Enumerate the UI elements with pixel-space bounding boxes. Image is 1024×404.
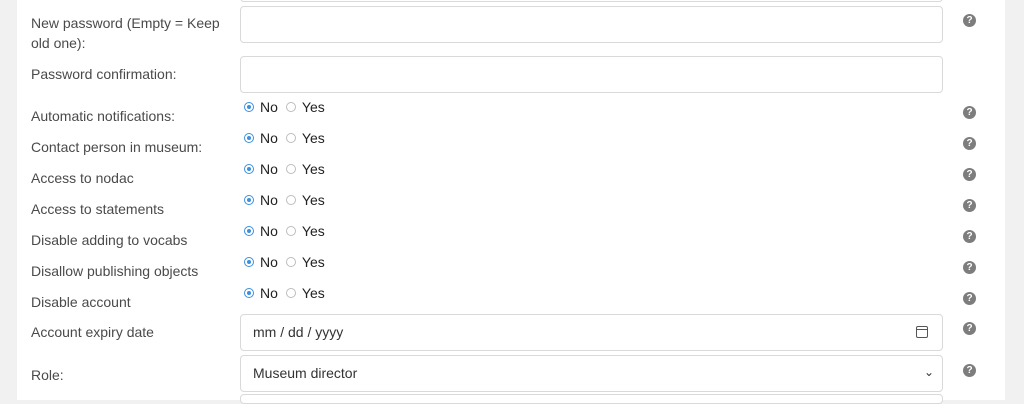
new-password-input[interactable] bbox=[240, 6, 943, 43]
radio-no-label: No bbox=[260, 285, 278, 301]
user-edit-form: New password (Empty = Keep old one): ? P… bbox=[17, 0, 1005, 404]
radio-no-label: No bbox=[260, 130, 278, 146]
disallow-publishing-radios: No Yes bbox=[244, 253, 333, 271]
radio-no-label: No bbox=[260, 192, 278, 208]
automatic-notifications-label: Automatic notifications: bbox=[31, 108, 175, 124]
question-circle-icon[interactable]: ? bbox=[963, 230, 976, 243]
calendar-icon[interactable] bbox=[916, 326, 928, 338]
radio-yes-label: Yes bbox=[301, 285, 325, 301]
disable-vocabs-label: Disable adding to vocabs bbox=[31, 232, 188, 248]
radio-yes[interactable] bbox=[285, 226, 296, 236]
new-password-label: New password (Empty = Keep old one): bbox=[31, 13, 220, 53]
role-label: Role: bbox=[31, 367, 64, 383]
radio-yes-label: Yes bbox=[301, 192, 325, 208]
disable-account-radios: No Yes bbox=[244, 284, 333, 302]
radio-yes[interactable] bbox=[285, 195, 296, 205]
expiry-date-placeholder: mm / dd / yyyy bbox=[253, 324, 344, 340]
radio-no[interactable] bbox=[244, 257, 254, 267]
question-circle-icon[interactable]: ? bbox=[963, 137, 976, 150]
radio-yes[interactable] bbox=[285, 102, 296, 112]
new-password-label-line1: New password (Empty = Keep bbox=[31, 15, 220, 31]
radio-no-label: No bbox=[260, 254, 278, 270]
chevron-down-icon: ⌄ bbox=[923, 365, 934, 379]
access-statements-radios: No Yes bbox=[244, 191, 333, 209]
disable-vocabs-radios: No Yes bbox=[244, 222, 333, 240]
question-circle-icon[interactable]: ? bbox=[963, 322, 976, 335]
contact-person-label: Contact person in museum: bbox=[31, 139, 203, 155]
radio-yes-label: Yes bbox=[301, 130, 325, 146]
radio-no-label: No bbox=[260, 99, 278, 115]
radio-no[interactable] bbox=[244, 133, 254, 143]
question-circle-icon[interactable]: ? bbox=[963, 14, 976, 27]
access-nodac-label: Access to nodac bbox=[31, 170, 134, 186]
radio-yes-label: Yes bbox=[301, 254, 325, 270]
previous-field[interactable] bbox=[240, 0, 943, 2]
access-nodac-radios: No Yes bbox=[244, 160, 333, 178]
expiry-date-label: Account expiry date bbox=[31, 324, 154, 340]
radio-no-label: No bbox=[260, 161, 278, 177]
expiry-date-input[interactable]: mm / dd / yyyy bbox=[240, 314, 943, 351]
radio-yes-label: Yes bbox=[301, 99, 325, 115]
radio-yes[interactable] bbox=[285, 133, 296, 143]
next-field[interactable] bbox=[240, 394, 943, 404]
question-circle-icon[interactable]: ? bbox=[963, 364, 976, 377]
password-confirmation-input[interactable] bbox=[240, 56, 943, 93]
radio-yes-label: Yes bbox=[301, 223, 325, 239]
disable-account-label: Disable account bbox=[31, 294, 131, 310]
radio-no[interactable] bbox=[244, 288, 254, 298]
access-statements-label: Access to statements bbox=[31, 201, 165, 217]
radio-yes[interactable] bbox=[285, 257, 296, 267]
question-circle-icon[interactable]: ? bbox=[963, 168, 976, 181]
question-circle-icon[interactable]: ? bbox=[963, 106, 976, 119]
radio-yes[interactable] bbox=[285, 288, 296, 298]
question-circle-icon[interactable]: ? bbox=[963, 261, 976, 274]
new-password-label-line2: old one): bbox=[31, 35, 86, 51]
radio-no[interactable] bbox=[244, 226, 254, 236]
contact-person-radios: No Yes bbox=[244, 129, 333, 147]
radio-yes-label: Yes bbox=[301, 161, 325, 177]
disallow-publishing-label: Disallow publishing objects bbox=[31, 263, 199, 279]
role-selected-value: Museum director bbox=[253, 365, 358, 381]
radio-yes[interactable] bbox=[285, 164, 296, 174]
role-select[interactable]: Museum director ⌄ bbox=[240, 355, 943, 392]
radio-no-label: No bbox=[260, 223, 278, 239]
password-confirmation-label: Password confirmation: bbox=[31, 66, 177, 82]
radio-no[interactable] bbox=[244, 102, 254, 112]
question-circle-icon[interactable]: ? bbox=[963, 292, 976, 305]
radio-no[interactable] bbox=[244, 195, 254, 205]
question-circle-icon[interactable]: ? bbox=[963, 199, 976, 212]
radio-no[interactable] bbox=[244, 164, 254, 174]
automatic-notifications-radios: No Yes bbox=[244, 98, 333, 116]
